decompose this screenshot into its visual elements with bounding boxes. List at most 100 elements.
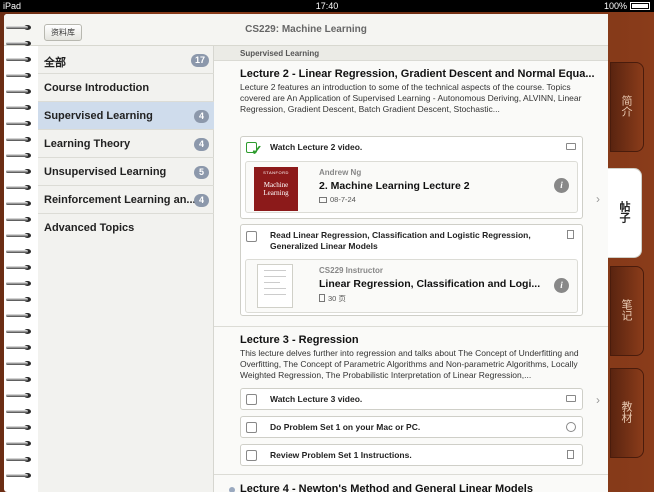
resource-pages: 30 页 bbox=[328, 294, 346, 303]
spiral-ring bbox=[6, 56, 34, 63]
spiral-ring bbox=[6, 168, 34, 175]
count-badge: 4 bbox=[194, 110, 209, 123]
spiral-ring bbox=[6, 376, 34, 383]
battery-indicator: 100% bbox=[604, 0, 650, 12]
info-icon[interactable]: i bbox=[554, 278, 569, 293]
tab-intro[interactable]: 简介 bbox=[610, 62, 644, 152]
checkbox[interactable] bbox=[246, 450, 257, 461]
document-icon bbox=[567, 450, 574, 459]
notebook-page: 资料库 CS229: Machine Learning 全部 17 Course… bbox=[4, 14, 608, 492]
resource-author: CS229 Instructor bbox=[319, 266, 384, 275]
task-item[interactable]: Do Problem Set 1 on your Mac or PC. bbox=[240, 416, 583, 438]
spiral-ring bbox=[6, 264, 34, 271]
checkbox[interactable] bbox=[246, 231, 257, 242]
spiral-ring bbox=[6, 120, 34, 127]
video-icon bbox=[566, 395, 576, 402]
resource-card[interactable]: CS229 Instructor Linear Regression, Clas… bbox=[245, 259, 578, 313]
sidebar-item-label: Unsupervised Learning bbox=[44, 166, 167, 178]
sidebar: 全部 17 Course Introduction Supervised Lea… bbox=[38, 46, 214, 492]
checkbox[interactable] bbox=[246, 422, 257, 433]
task-label: Read Linear Regression, Classification a… bbox=[270, 230, 531, 251]
spiral-ring bbox=[6, 24, 34, 31]
lecture-description: Lecture 2 features an introduction to so… bbox=[240, 82, 582, 114]
paper-thumbnail-image bbox=[257, 264, 293, 308]
spiral-ring bbox=[6, 72, 34, 79]
sidebar-item-reinforcement-learning[interactable]: Reinforcement Learning an... 4 bbox=[38, 186, 214, 214]
count-badge: 4 bbox=[194, 194, 209, 207]
resource-title: Linear Regression, Classification and Lo… bbox=[319, 278, 541, 290]
spiral-ring bbox=[6, 88, 34, 95]
video-icon bbox=[319, 197, 327, 203]
chevron-right-icon[interactable]: › bbox=[596, 192, 600, 206]
task-item: ✓ Watch Lecture 2 video. STANFORD Machin… bbox=[240, 136, 583, 219]
lecture-title[interactable]: Lecture 4 - Newton's Method and General … bbox=[240, 483, 533, 492]
info-icon[interactable]: i bbox=[554, 178, 569, 193]
sidebar-item-label: 全部 bbox=[44, 57, 66, 69]
task-label: Watch Lecture 3 video. bbox=[270, 394, 363, 404]
task-item[interactable]: Review Problem Set 1 Instructions. bbox=[240, 444, 583, 466]
spiral-ring bbox=[6, 440, 34, 447]
battery-percent: 100% bbox=[603, 1, 627, 11]
spiral-ring bbox=[6, 296, 34, 303]
resource-author: Andrew Ng bbox=[319, 168, 362, 177]
spiral-ring bbox=[6, 312, 34, 319]
checkbox-checked[interactable]: ✓ bbox=[246, 142, 263, 158]
spiral-ring bbox=[6, 248, 34, 255]
lecture-title[interactable]: Lecture 3 - Regression bbox=[240, 334, 359, 346]
spiral-ring bbox=[6, 408, 34, 415]
spiral-ring bbox=[6, 472, 34, 479]
spiral-ring bbox=[6, 344, 34, 351]
spiral-ring bbox=[6, 232, 34, 239]
resource-card[interactable]: STANFORD Machine Learning Andrew Ng 2. M… bbox=[245, 161, 578, 213]
tab-posts-label: 帖子 bbox=[618, 201, 630, 223]
sidebar-item-unsupervised-learning[interactable]: Unsupervised Learning 5 bbox=[38, 158, 214, 186]
spiral-ring bbox=[6, 392, 34, 399]
count-badge: 4 bbox=[194, 138, 209, 151]
chevron-right-icon[interactable]: › bbox=[596, 393, 600, 407]
clock-icon bbox=[566, 422, 576, 432]
sidebar-item-learning-theory[interactable]: Learning Theory 4 bbox=[38, 130, 214, 158]
count-badge: 17 bbox=[190, 54, 209, 67]
spiral-ring bbox=[6, 280, 34, 287]
sidebar-item-course-introduction[interactable]: Course Introduction bbox=[38, 74, 214, 102]
task-item[interactable]: Watch Lecture 3 video. bbox=[240, 388, 583, 410]
sidebar-item-label: Course Introduction bbox=[44, 82, 150, 94]
spiral-ring bbox=[6, 360, 34, 367]
task-row[interactable]: ✓ Watch Lecture 2 video. bbox=[241, 137, 582, 158]
sidebar-item-label: Reinforcement Learning an... bbox=[44, 194, 196, 206]
spiral-ring bbox=[6, 328, 34, 335]
task-label: Review Problem Set 1 Instructions. bbox=[270, 450, 412, 460]
video-icon bbox=[566, 143, 576, 150]
lecture-description: This lecture delves further into regress… bbox=[240, 348, 579, 380]
bullet-icon bbox=[229, 487, 235, 492]
checkbox[interactable] bbox=[246, 394, 257, 405]
tab-textbook[interactable]: 教材 bbox=[610, 368, 644, 458]
page-title: CS229: Machine Learning bbox=[245, 24, 367, 35]
spiral-ring bbox=[6, 104, 34, 111]
task-label: Watch Lecture 2 video. bbox=[270, 142, 363, 152]
spiral-ring bbox=[6, 456, 34, 463]
status-bar: iPad 17:40 100% bbox=[0, 0, 654, 12]
task-item: Read Linear Regression, Classification a… bbox=[240, 224, 583, 316]
tab-posts[interactable]: 帖子 bbox=[608, 168, 642, 258]
cover-title: Machine Learning bbox=[263, 181, 289, 197]
tab-intro-label: 简介 bbox=[620, 95, 632, 117]
spiral-ring bbox=[6, 40, 34, 47]
sidebar-item-all[interactable]: 全部 17 bbox=[38, 46, 214, 74]
tab-notes[interactable]: 笔记 bbox=[610, 266, 644, 356]
sidebar-item-supervised-learning[interactable]: Supervised Learning 4 bbox=[38, 102, 214, 130]
task-row[interactable]: Read Linear Regression, Classification a… bbox=[241, 225, 582, 255]
cover-publisher: STANFORD bbox=[263, 170, 289, 175]
sidebar-item-label: Advanced Topics bbox=[44, 222, 135, 234]
sidebar-item-advanced-topics[interactable]: Advanced Topics bbox=[38, 214, 214, 242]
spiral-ring bbox=[6, 424, 34, 431]
task-label: Do Problem Set 1 on your Mac or PC. bbox=[270, 422, 421, 432]
count-badge: 5 bbox=[194, 166, 209, 179]
document-icon bbox=[319, 294, 325, 302]
resource-meta: 30 页 bbox=[319, 293, 346, 304]
lecture-title[interactable]: Lecture 2 - Linear Regression, Gradient … bbox=[240, 68, 595, 80]
tab-notes-label: 笔记 bbox=[620, 299, 632, 321]
main-content: Supervised Learning Lecture 2 - Linear R… bbox=[214, 46, 608, 492]
section-header: Supervised Learning bbox=[214, 46, 608, 61]
checkmark-icon: ✓ bbox=[251, 142, 263, 158]
